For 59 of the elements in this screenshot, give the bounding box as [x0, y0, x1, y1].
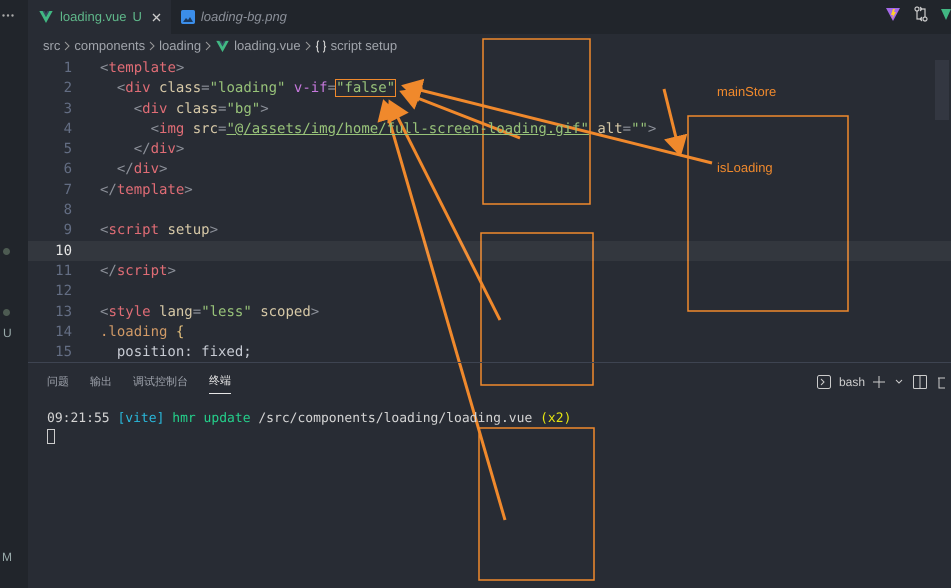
- more-icon[interactable]: [2, 14, 14, 17]
- panel-tab[interactable]: 输出: [90, 370, 112, 394]
- panel-tab[interactable]: 问题: [47, 370, 69, 394]
- breadcrumb-item[interactable]: loading: [159, 36, 202, 56]
- v-logo-icon[interactable]: [941, 6, 951, 22]
- line-number: 15: [54, 343, 72, 362]
- line-number: 2: [62, 79, 72, 98]
- split-icon[interactable]: [913, 375, 927, 389]
- compare-icon[interactable]: [913, 6, 929, 22]
- annotation-label: mainStore: [717, 83, 776, 101]
- status-letter: M: [2, 549, 12, 566]
- chevron-down-icon[interactable]: [895, 379, 903, 385]
- triangle-logo-icon[interactable]: [885, 6, 901, 22]
- line-number: 1: [62, 59, 72, 78]
- trash-icon[interactable]: [937, 375, 945, 389]
- breadcrumb-item[interactable]: components: [74, 36, 146, 56]
- chevron-icon: [205, 41, 212, 51]
- code-text: <template>: [100, 59, 184, 78]
- code-text: </script>: [100, 262, 176, 281]
- close-icon[interactable]: [152, 12, 161, 22]
- terminal-cursor: [47, 428, 55, 444]
- breadcrumb-item[interactable]: loading.vue: [234, 36, 301, 56]
- status-letter: U: [3, 324, 12, 342]
- line-number: 10: [54, 242, 72, 261]
- line-number: 11: [54, 262, 72, 281]
- code-text: .loading {: [100, 322, 184, 342]
- code-text: </template>: [100, 180, 193, 200]
- code-text: <style lang="less" scoped>: [100, 302, 320, 322]
- line-number: 4: [62, 120, 72, 139]
- v-logo-icon: [38, 9, 54, 25]
- line-number: 13: [54, 302, 72, 322]
- panel-tab[interactable]: 调试控制台: [133, 370, 188, 394]
- line-number: 8: [62, 201, 72, 220]
- code-text: </div>: [132, 140, 184, 160]
- chevron-icon: [64, 41, 70, 51]
- breadcrumb-item[interactable]: script setup: [330, 36, 398, 56]
- image-icon: [180, 10, 195, 24]
- terminal-icon[interactable]: [816, 375, 831, 389]
- code-text: position: fixed;: [116, 343, 252, 362]
- line-number: 3: [62, 100, 72, 119]
- plus-icon[interactable]: [873, 376, 885, 388]
- code-text: <div class="bg">: [132, 100, 269, 119]
- line-number: 5: [62, 140, 72, 160]
- braces-icon: [314, 40, 327, 52]
- panel-tab[interactable]: 终端: [209, 370, 231, 394]
- line-number: 12: [54, 282, 72, 302]
- chevron-icon: [304, 41, 311, 51]
- shell-label[interactable]: bash: [838, 373, 865, 391]
- annotation-label: isLoading: [717, 159, 773, 177]
- editor-tab[interactable]: loading.vue U: [28, 0, 171, 34]
- line-number: 14: [54, 322, 72, 342]
- line-number: 7: [62, 180, 72, 200]
- line-number: 6: [62, 160, 72, 180]
- line-number: 9: [62, 221, 72, 240]
- code-text: </div>: [116, 160, 168, 180]
- breadcrumb-item[interactable]: src: [43, 36, 60, 56]
- v-logo-icon: [215, 38, 230, 54]
- code-text: <script setup>: [100, 221, 218, 240]
- chevron-icon: [149, 41, 156, 51]
